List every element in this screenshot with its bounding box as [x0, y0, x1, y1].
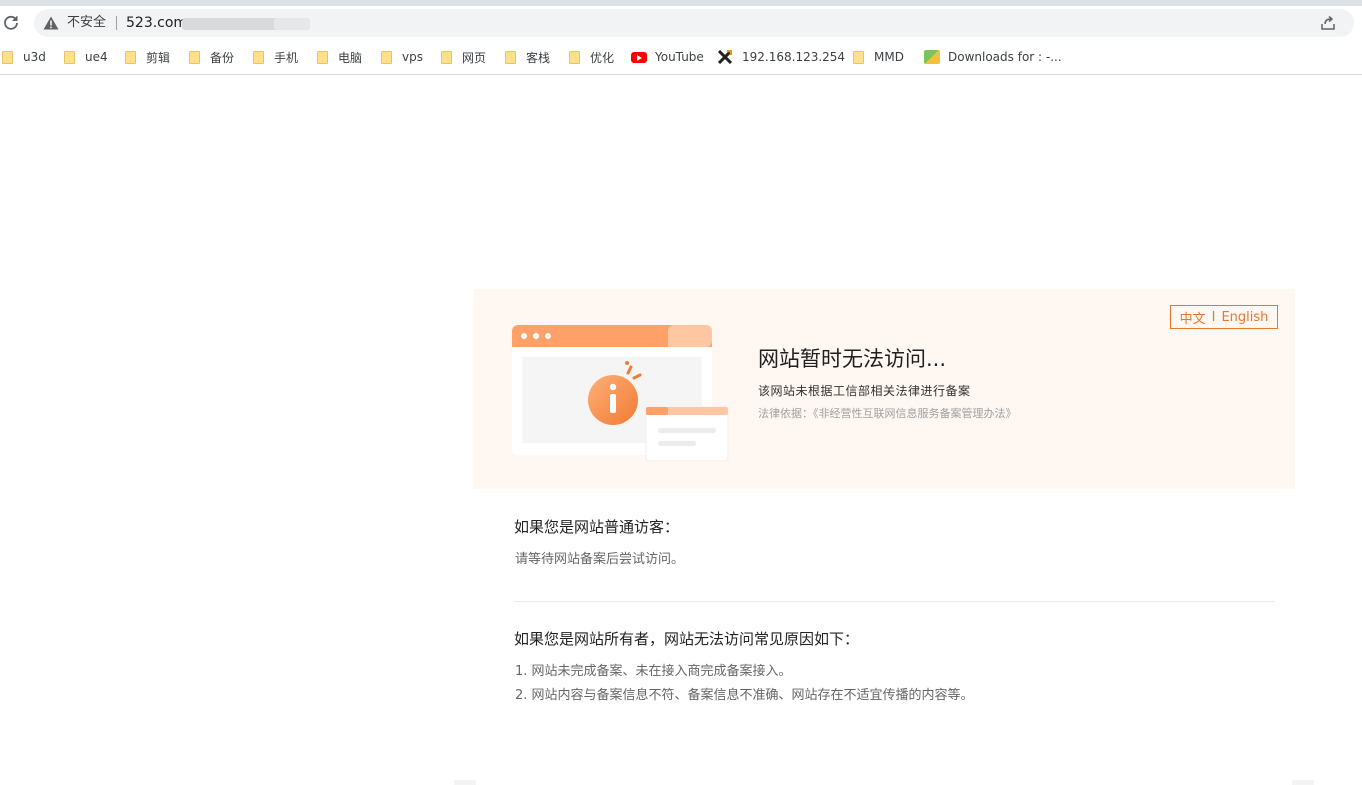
- legal-basis: 法律依据：《非经营性互联网信息服务备案管理办法》: [758, 407, 1017, 420]
- page-title: 网站暂时无法访问...: [758, 347, 947, 371]
- bookmark-label: 电脑: [338, 50, 363, 65]
- bookmark-youtube[interactable]: YouTube: [631, 40, 704, 74]
- notice-banner: 中文 I English 网站暂时无法访问... 该网站未根据工信部相关法律进行…: [474, 289, 1295, 489]
- folder-icon: [853, 50, 864, 64]
- bookmark-jianji[interactable]: 剪辑: [125, 40, 170, 74]
- bookmark-label: 优化: [590, 50, 615, 65]
- browser-toolbar: 不安全 523.com: [0, 6, 1362, 40]
- section-divider: [514, 601, 1275, 602]
- lang-separator: I: [1211, 309, 1216, 325]
- bookmark-label: MMD: [874, 50, 904, 64]
- bookmark-label: ue4: [85, 50, 108, 64]
- bookmark-label: 备份: [210, 50, 235, 65]
- scroll-hint: [1292, 780, 1314, 785]
- address-bar[interactable]: 不安全 523.com: [34, 9, 1354, 37]
- bookmark-label: u3d: [23, 50, 46, 64]
- warning-icon[interactable]: [43, 16, 59, 30]
- youtube-icon: [631, 51, 647, 63]
- bookmark-shouji[interactable]: 手机: [253, 40, 298, 74]
- folder-icon: [505, 50, 516, 64]
- notice-subtitle: 该网站未根据工信部相关法律进行备案: [758, 384, 971, 398]
- scroll-hint: [454, 780, 476, 785]
- reason-item: 1. 网站未完成备案、未在接入商完成备案接入。: [515, 664, 792, 679]
- bookmarks-bar: u3d ue4 剪辑 备份 手机 电脑 vps 网页 客栈 优化 YouTube…: [0, 40, 1362, 75]
- bookmark-vps[interactable]: vps: [381, 40, 423, 74]
- folder-icon: [569, 50, 580, 64]
- bookmark-downloads[interactable]: Downloads for : -...: [924, 40, 1062, 74]
- visitor-text: 请等待网站备案后尝试访问。: [515, 552, 685, 567]
- bookmark-label: 客栈: [526, 50, 551, 65]
- url-redacted-tail: [274, 18, 310, 30]
- bookmark-kezhan[interactable]: 客栈: [505, 40, 550, 74]
- x-logo-icon: [718, 50, 732, 64]
- lang-en-link[interactable]: English: [1220, 310, 1269, 325]
- bookmark-label: vps: [402, 50, 423, 64]
- downloads-site-icon: [924, 50, 940, 64]
- bookmark-label: 剪辑: [146, 50, 171, 65]
- folder-icon: [317, 50, 328, 64]
- reload-icon[interactable]: [3, 15, 19, 31]
- visitor-heading: 如果您是网站普通访客：: [514, 518, 680, 536]
- language-switch[interactable]: 中文 I English: [1170, 305, 1278, 329]
- bookmark-beifen[interactable]: 备份: [189, 40, 234, 74]
- folder-icon: [253, 50, 264, 64]
- omnibox-divider: [116, 16, 117, 30]
- bookmark-label: 网页: [462, 50, 487, 65]
- bookmark-diannao[interactable]: 电脑: [317, 40, 362, 74]
- folder-icon: [125, 50, 136, 64]
- folder-icon: [2, 50, 13, 64]
- owner-heading: 如果您是网站所有者，网站无法访问常见原因如下：: [514, 630, 860, 648]
- bookmark-wangye[interactable]: 网页: [441, 40, 486, 74]
- bookmark-mmd[interactable]: MMD: [853, 40, 904, 74]
- bookmark-label: 192.168.123.254: [742, 50, 846, 64]
- folder-icon: [64, 50, 75, 64]
- bookmark-label: Downloads for : -...: [948, 50, 1062, 64]
- reason-item: 2. 网站内容与备案信息不符、备案信息不准确、网站存在不适宜传播的内容等。: [515, 688, 974, 703]
- folder-icon: [381, 50, 392, 64]
- folder-icon: [189, 50, 200, 64]
- bookmark-u3d[interactable]: u3d: [2, 40, 46, 74]
- bookmark-youhua[interactable]: 优化: [569, 40, 614, 74]
- lang-zh-link[interactable]: 中文: [1179, 308, 1207, 327]
- bookmark-ue4[interactable]: ue4: [64, 40, 108, 74]
- bookmark-label: 手机: [274, 50, 299, 65]
- bookmark-label: YouTube: [655, 50, 704, 64]
- browser-info-illustration: [512, 325, 729, 462]
- share-icon[interactable]: [1320, 15, 1336, 31]
- url-text[interactable]: 523.com: [126, 13, 187, 33]
- folder-icon: [441, 50, 452, 64]
- not-secure-label[interactable]: 不安全: [67, 14, 106, 32]
- bookmark-router[interactable]: 192.168.123.254: [718, 40, 845, 74]
